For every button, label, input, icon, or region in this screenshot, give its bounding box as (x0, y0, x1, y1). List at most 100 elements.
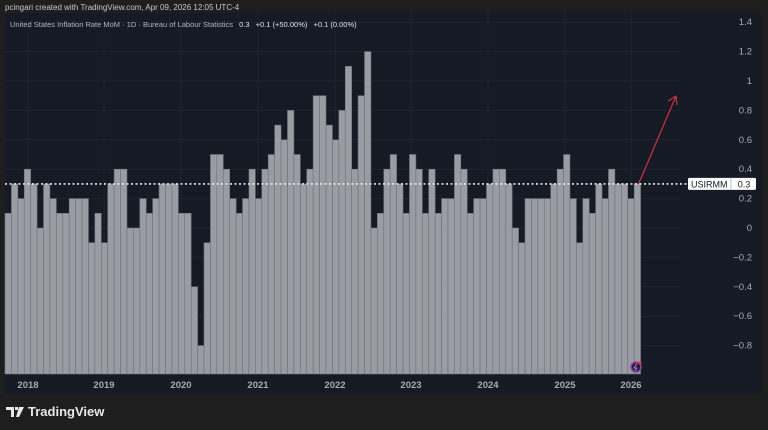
bar (434, 213, 442, 375)
bar (30, 183, 38, 375)
bar (287, 110, 295, 375)
bar (415, 168, 423, 375)
bar (454, 154, 462, 375)
bar (11, 183, 19, 375)
bar (203, 242, 211, 375)
bar (107, 183, 115, 375)
bar (113, 168, 121, 375)
bar (608, 168, 616, 375)
bar (460, 168, 468, 375)
bar (75, 198, 83, 375)
bar (216, 154, 224, 375)
x-tick-label: 2026 (620, 380, 641, 391)
bar (409, 154, 417, 375)
legend-last: 0.3 (239, 20, 250, 29)
y-tick-label: 0 (747, 223, 752, 234)
notification-dot-icon (638, 361, 642, 365)
bar (293, 154, 301, 375)
chart-legend: United States Inflation Rate MoM · 1D · … (10, 20, 357, 29)
tradingview-logo-icon (6, 406, 24, 417)
price-label-value: 0.3 (738, 179, 751, 189)
bar (300, 183, 308, 375)
bar (23, 168, 31, 375)
y-tick-label: 1.2 (739, 47, 752, 58)
bar (556, 168, 564, 375)
bar (614, 183, 622, 375)
bar (184, 213, 192, 375)
bar (133, 227, 141, 375)
bar (621, 183, 629, 375)
bar (101, 242, 109, 375)
bar (550, 183, 558, 375)
bar (441, 198, 449, 375)
bar (36, 227, 44, 375)
bar (197, 345, 205, 375)
bar (171, 183, 179, 375)
y-tick-label: 0.6 (739, 135, 752, 146)
bar (627, 198, 635, 375)
bar (569, 198, 577, 375)
bar (255, 198, 263, 375)
bar (582, 198, 590, 375)
bar (601, 198, 609, 375)
chart-svg[interactable]: 1.4 1.2 1 0.8 0.6 0.4 0.2 0 −0.2 −0.4 −0.6 −0.8 2018… (0, 0, 768, 430)
bar (120, 168, 128, 375)
x-tick-label: 2021 (247, 380, 269, 391)
bar (396, 183, 404, 375)
bar (158, 183, 166, 375)
bar (261, 168, 269, 375)
y-tick-label: −0.6 (733, 311, 752, 322)
bar (332, 139, 340, 375)
x-tick-label: 2024 (477, 380, 499, 391)
bar (319, 95, 327, 375)
bar (229, 198, 237, 375)
y-tick-label: −0.2 (733, 252, 752, 263)
bar (145, 213, 153, 375)
bar (210, 154, 218, 375)
legend-change: +0.1 (+50.00%) (255, 20, 308, 29)
bar (364, 51, 372, 375)
y-tick-label: −0.4 (733, 282, 752, 293)
bar (524, 198, 532, 375)
bar (88, 242, 96, 375)
bar (377, 213, 385, 375)
bar (563, 154, 571, 375)
x-tick-label: 2020 (170, 380, 191, 391)
bar (588, 213, 596, 375)
bar (351, 168, 359, 375)
bar (178, 213, 186, 375)
bar (633, 183, 641, 375)
logo-text: TradingView (28, 404, 105, 419)
bar (222, 168, 230, 375)
bar (389, 154, 397, 375)
x-tick-label: 2023 (400, 380, 421, 391)
bar (235, 213, 243, 375)
price-label-symbol: USIRMM (691, 179, 728, 189)
bar (68, 198, 76, 375)
bar (242, 198, 250, 375)
bar (531, 198, 539, 375)
bar (338, 110, 346, 375)
bar (511, 227, 519, 375)
bar (56, 213, 64, 375)
bar (152, 198, 160, 375)
bar (267, 154, 275, 375)
x-tick-label: 2025 (554, 380, 576, 391)
bar (126, 227, 134, 375)
bar (402, 213, 410, 375)
bar (4, 213, 12, 375)
bar (62, 213, 70, 375)
bar (486, 183, 494, 375)
tradingview-logo: TradingView (6, 404, 104, 419)
bar (466, 213, 474, 375)
bar (94, 213, 102, 375)
bar (306, 168, 314, 375)
bar (280, 139, 288, 375)
x-tick-label: 2019 (93, 380, 114, 391)
y-tick-label: 0.4 (739, 164, 752, 175)
bar (312, 95, 320, 375)
bar (505, 183, 513, 375)
y-tick-label: 0.2 (739, 194, 752, 205)
bar (139, 198, 147, 375)
x-tick-label: 2018 (17, 380, 38, 391)
